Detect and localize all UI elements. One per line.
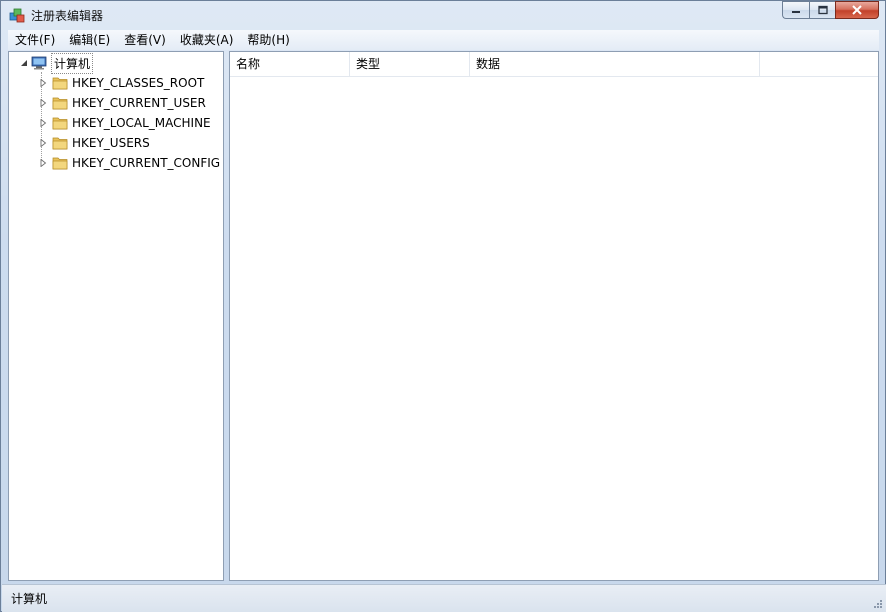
- close-button[interactable]: [835, 1, 879, 19]
- title-bar[interactable]: 注册表编辑器: [1, 1, 885, 29]
- tree-item-label: HKEY_CURRENT_USER: [72, 96, 206, 110]
- tree-item-hkey-classes-root[interactable]: HKEY_CLASSES_ROOT: [38, 73, 204, 93]
- expand-triangle-icon[interactable]: [38, 138, 48, 148]
- status-bar: 计算机: [2, 584, 886, 612]
- folder-icon: [52, 137, 68, 150]
- column-header-filler: [760, 52, 878, 76]
- window-title: 注册表编辑器: [31, 9, 104, 23]
- close-icon: [852, 5, 862, 15]
- tree-item-label: HKEY_USERS: [72, 136, 150, 150]
- tree-item-computer[interactable]: 计算机: [19, 52, 94, 74]
- folder-icon: [52, 97, 68, 110]
- column-header-type[interactable]: 类型: [350, 52, 470, 76]
- maximize-button[interactable]: [809, 1, 835, 19]
- folder-icon: [52, 157, 68, 170]
- expand-triangle-icon[interactable]: [38, 118, 48, 128]
- status-path: 计算机: [11, 592, 48, 606]
- maximize-icon: [817, 5, 828, 15]
- expand-triangle-icon[interactable]: [38, 158, 48, 168]
- menu-edit[interactable]: 编辑(E): [62, 30, 117, 50]
- tree-item-hkey-current-user[interactable]: HKEY_CURRENT_USER: [38, 93, 206, 113]
- menu-help[interactable]: 帮助(H): [240, 30, 296, 50]
- tree-item-label: 计算机: [51, 52, 94, 74]
- expand-triangle-icon[interactable]: [38, 98, 48, 108]
- collapse-triangle-icon[interactable]: [19, 58, 29, 68]
- tree-item-hkey-users[interactable]: HKEY_USERS: [38, 133, 150, 153]
- tree-item-label: HKEY_LOCAL_MACHINE: [72, 116, 211, 130]
- folder-icon: [52, 77, 68, 90]
- registry-editor-window: 注册表编辑器 文件(F) 编辑(E) 查看(V) 收藏夹(A) 帮助(H) 计算…: [0, 0, 886, 612]
- registry-editor-icon: [9, 8, 25, 23]
- column-header-name[interactable]: 名称: [230, 52, 350, 76]
- tree-item-label: HKEY_CLASSES_ROOT: [72, 76, 205, 90]
- column-header-data[interactable]: 数据: [470, 52, 760, 76]
- menu-bar: 文件(F) 编辑(E) 查看(V) 收藏夹(A) 帮助(H): [8, 30, 879, 50]
- folder-icon: [52, 117, 68, 130]
- key-tree-pane[interactable]: 计算机 HKEY_CLASSES_ROOT HKEY_CURRENT_USER …: [8, 51, 224, 581]
- list-header: 名称 类型 数据: [230, 52, 878, 77]
- menu-favorites[interactable]: 收藏夹(A): [173, 30, 241, 50]
- resize-grip-icon[interactable]: [873, 599, 883, 609]
- menu-view[interactable]: 查看(V): [117, 30, 173, 50]
- tree-item-label: HKEY_CURRENT_CONFIG: [72, 156, 221, 170]
- tree-item-hkey-local-machine[interactable]: HKEY_LOCAL_MACHINE: [38, 113, 211, 133]
- expand-triangle-icon[interactable]: [38, 78, 48, 88]
- minimize-button[interactable]: [782, 1, 809, 19]
- computer-icon: [31, 56, 47, 70]
- minimize-icon: [792, 11, 800, 13]
- tree-item-hkey-current-config[interactable]: HKEY_CURRENT_CONFIG: [38, 153, 220, 173]
- values-list-pane[interactable]: 名称 类型 数据: [229, 51, 879, 581]
- menu-file[interactable]: 文件(F): [8, 30, 62, 50]
